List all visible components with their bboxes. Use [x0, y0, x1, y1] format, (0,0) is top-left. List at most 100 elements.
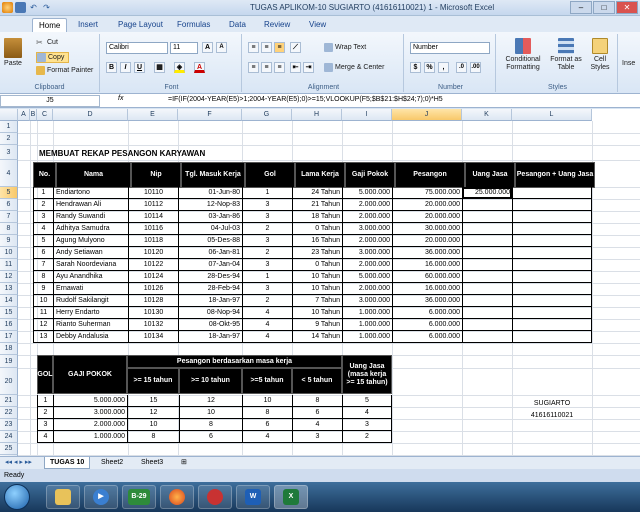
table-cell[interactable]: 10112	[128, 199, 178, 211]
table-cell[interactable]: 3	[242, 259, 292, 271]
row-header[interactable]: 21	[0, 395, 18, 407]
table-cell[interactable]: 18-Jan-97	[178, 295, 242, 307]
table-cell[interactable]: 3.000.000	[53, 407, 127, 419]
sheet-tab-sheet2[interactable]: Sheet2	[96, 457, 128, 469]
table-cell[interactable]: 5	[342, 395, 392, 407]
table-cell[interactable]: 8	[179, 419, 242, 431]
taskbar-excel[interactable]: X	[274, 485, 308, 509]
table-cell[interactable]: 10120	[128, 247, 178, 259]
table-cell[interactable]: 6.000.000	[392, 331, 462, 343]
align-right-icon[interactable]: ≡	[274, 62, 285, 73]
table-cell[interactable]: Herry Endarto	[53, 307, 128, 319]
table-cell[interactable]: 5.000.000	[53, 395, 127, 407]
table-cell[interactable]: 3	[342, 419, 392, 431]
table-cell[interactable]: 10 Tahun	[292, 271, 342, 283]
column-header[interactable]: G	[242, 109, 292, 121]
close-button[interactable]: ✕	[616, 1, 638, 14]
table-cell[interactable]: 4	[342, 407, 392, 419]
merge-center-button[interactable]: Merge & Center	[324, 63, 384, 72]
table-cell[interactable]: 6	[179, 431, 242, 443]
table-cell[interactable]: 3.000.000	[342, 223, 392, 235]
table-cell[interactable]: 75.000.000	[392, 187, 462, 199]
table-cell[interactable]	[512, 319, 592, 331]
comma-icon[interactable]: ,	[438, 62, 449, 73]
cell-styles-button[interactable]: Cell Styles	[586, 38, 614, 72]
table-cell[interactable]: 4	[33, 223, 53, 235]
row-header[interactable]: 16	[0, 319, 18, 331]
column-header[interactable]: D	[53, 109, 128, 121]
row-header[interactable]: 20	[0, 368, 18, 395]
table-cell[interactable]	[512, 187, 592, 199]
table-cell[interactable]: 01-Jun-80	[178, 187, 242, 199]
align-bottom-icon[interactable]: ≡	[274, 42, 285, 53]
table-cell[interactable]: 3	[242, 235, 292, 247]
table-cell[interactable]: 10132	[128, 319, 178, 331]
taskbar-media-player[interactable]: ▶	[84, 485, 118, 509]
table-cell[interactable]: 10	[127, 419, 179, 431]
table-cell[interactable]: Hendrawan Ali	[53, 199, 128, 211]
row-header[interactable]: 13	[0, 283, 18, 295]
table-cell[interactable]: 10122	[128, 259, 178, 271]
table-cell[interactable]: 7 Tahun	[292, 295, 342, 307]
table-cell[interactable]: 5.000.000	[342, 271, 392, 283]
table-cell[interactable]: 5	[33, 235, 53, 247]
table-cell[interactable]	[512, 235, 592, 247]
column-header[interactable]: E	[128, 109, 178, 121]
table-cell[interactable]: 16.000.000	[392, 283, 462, 295]
table-cell[interactable]: 5.000.000	[342, 187, 392, 199]
table-cell[interactable]	[462, 223, 512, 235]
table-cell[interactable]: 8	[127, 431, 179, 443]
row-header[interactable]: 8	[0, 223, 18, 235]
table-cell[interactable]: 8	[242, 407, 292, 419]
table-cell[interactable]: 3.000.000	[342, 295, 392, 307]
tab-view[interactable]: View	[303, 18, 332, 32]
table-cell[interactable]: Andy Setiawan	[53, 247, 128, 259]
table-cell[interactable]: 7	[33, 259, 53, 271]
tab-page-layout[interactable]: Page Layout	[112, 18, 169, 32]
font-color-icon[interactable]: A	[194, 62, 205, 73]
table-cell[interactable]: 2	[242, 223, 292, 235]
table-cell[interactable]: 36.000.000	[392, 247, 462, 259]
table-cell[interactable]: 12	[33, 319, 53, 331]
table-cell[interactable]: 4	[242, 331, 292, 343]
table-cell[interactable]: Sarah Noordeviana	[53, 259, 128, 271]
taskbar-app[interactable]	[198, 485, 232, 509]
increase-indent-icon[interactable]: ⇥	[303, 62, 314, 73]
table-cell[interactable]: 1.000.000	[53, 431, 127, 443]
table-cell[interactable]: Ernawati	[53, 283, 128, 295]
table-cell[interactable]: 0 Tahun	[292, 223, 342, 235]
table-cell[interactable]: 1	[242, 187, 292, 199]
table-cell[interactable]	[462, 295, 512, 307]
table-cell[interactable]: 8	[33, 271, 53, 283]
table-cell[interactable]: 2.000.000	[342, 283, 392, 295]
align-left-icon[interactable]: ≡	[248, 62, 259, 73]
table-cell[interactable]	[512, 259, 592, 271]
table-cell[interactable]: 4	[242, 307, 292, 319]
table-cell[interactable]	[512, 223, 592, 235]
table-cell[interactable]: 2.000.000	[342, 199, 392, 211]
table-cell[interactable]	[512, 211, 592, 223]
table-cell[interactable]: 3	[33, 211, 53, 223]
table-cell[interactable]: 12	[127, 407, 179, 419]
table-cell[interactable]: 1	[242, 271, 292, 283]
table-cell[interactable]: 08-Nop-94	[178, 307, 242, 319]
taskbar-firefox[interactable]	[160, 485, 194, 509]
tab-data[interactable]: Data	[223, 18, 252, 32]
column-header[interactable]: L	[512, 109, 592, 121]
table-cell[interactable]: 24 Tahun	[292, 187, 342, 199]
table-cell[interactable]: 6.000.000	[392, 307, 462, 319]
table-cell[interactable]	[462, 331, 512, 343]
table-cell[interactable]: 1	[33, 187, 53, 199]
table-cell[interactable]: 2	[33, 199, 53, 211]
table-cell[interactable]	[462, 235, 512, 247]
table-cell[interactable]: 6.000.000	[392, 319, 462, 331]
table-cell[interactable]: 10	[33, 295, 53, 307]
table-cell[interactable]: Rudolf Sakilangit	[53, 295, 128, 307]
row-header[interactable]: 7	[0, 211, 18, 223]
table-cell[interactable]: 18-Jan-97	[178, 331, 242, 343]
underline-button[interactable]: U	[134, 62, 145, 73]
table-cell[interactable]	[462, 271, 512, 283]
format-painter-button[interactable]: Format Painter	[36, 66, 93, 75]
decrease-indent-icon[interactable]: ⇤	[290, 62, 301, 73]
table-cell[interactable]	[512, 307, 592, 319]
